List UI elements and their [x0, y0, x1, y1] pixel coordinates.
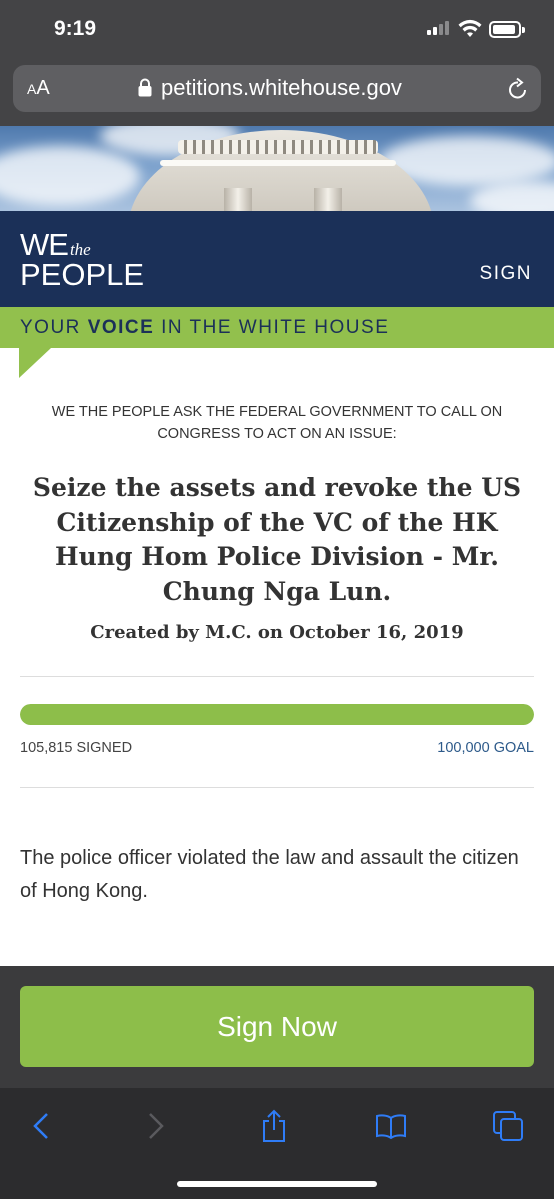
back-icon[interactable] [21, 1106, 61, 1146]
signature-progress-fill [20, 704, 534, 725]
site-header: WE the PEOPLE SIGN [0, 211, 554, 307]
sign-nav-link[interactable]: SIGN [480, 263, 532, 285]
browser-chrome: 9:19 AA petitions.whitehouse.gov [0, 0, 554, 126]
battery-icon [489, 21, 525, 38]
petition-ask: WE THE PEOPLE ASK THE FEDERAL GOVERNMENT… [51, 404, 503, 442]
goal-count: 100,000 GOAL [437, 740, 534, 756]
reader-text-size-button[interactable]: AA [27, 77, 50, 100]
petition-description: The police officer violated the law and … [20, 847, 519, 902]
tagline-text: YOUR VOICE IN THE WHITE HOUSE [20, 317, 390, 338]
status-time: 9:19 [54, 17, 97, 40]
divider [20, 676, 534, 677]
petition-title: Seize the assets and revoke the US Citiz… [32, 473, 522, 606]
hero-banner-image [0, 126, 554, 211]
tagline-tail [19, 348, 51, 378]
petition-created-by: Created by M.C. on October 16, 2019 [90, 622, 464, 643]
we-the-people-logo[interactable]: WE the PEOPLE [20, 229, 144, 290]
cellular-signal-icon [427, 21, 453, 35]
signature-progress-bar [20, 704, 534, 725]
sign-now-button[interactable]: Sign Now [20, 986, 534, 1067]
url-text: petitions.whitehouse.gov [161, 75, 402, 100]
tabs-icon[interactable] [488, 1106, 528, 1146]
divider [20, 787, 534, 788]
bookmarks-icon[interactable] [371, 1106, 411, 1146]
wifi-icon [458, 19, 482, 37]
lock-icon [138, 78, 152, 97]
reload-icon[interactable] [507, 77, 529, 101]
share-icon[interactable] [254, 1106, 294, 1146]
tagline-banner: YOUR VOICE IN THE WHITE HOUSE [0, 307, 554, 348]
sign-now-bar: Sign Now [0, 966, 554, 1088]
signed-count: 105,815 SIGNED [20, 740, 133, 756]
forward-icon[interactable] [136, 1106, 176, 1146]
home-indicator [177, 1181, 377, 1187]
address-bar[interactable]: AA petitions.whitehouse.gov [13, 65, 541, 112]
